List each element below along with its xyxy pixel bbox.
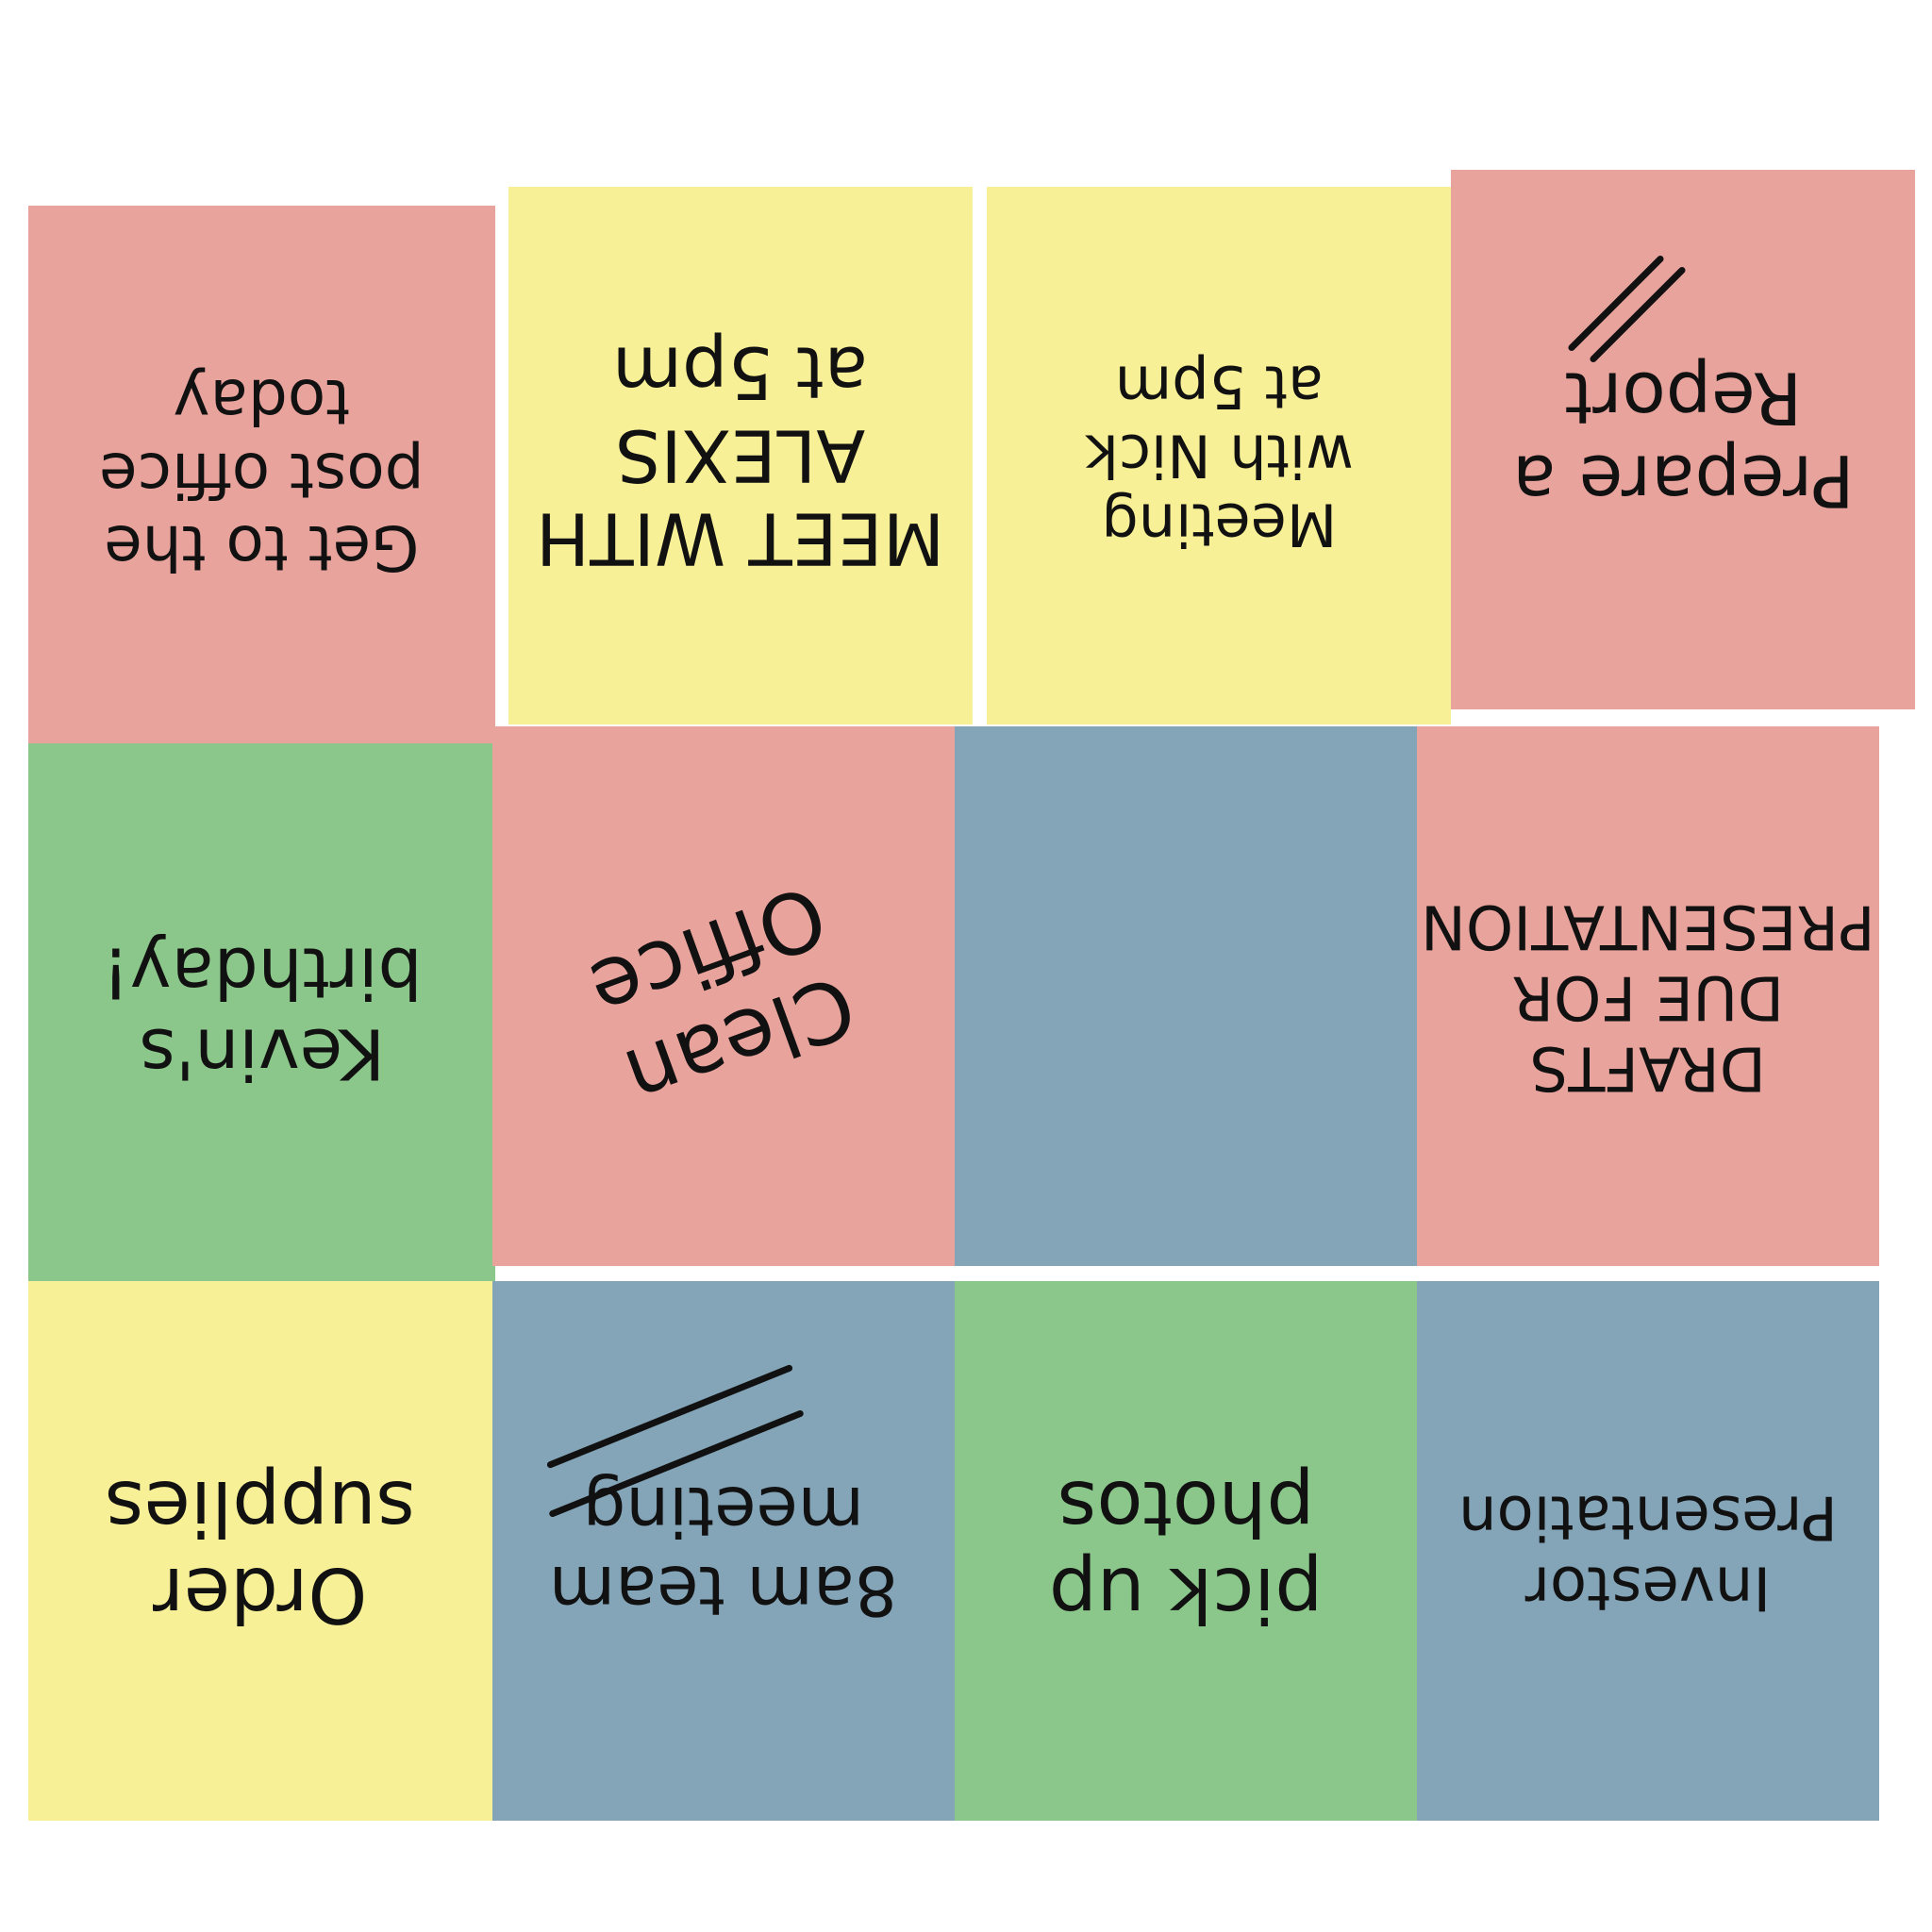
- sticky-note-photos[interactable]: pick up photos: [955, 1281, 1417, 1821]
- note-line: PRESENTATION: [1421, 891, 1875, 961]
- note-line: supplies: [105, 1464, 416, 1552]
- sticky-note-investor[interactable]: Investor Presentation: [1417, 1281, 1879, 1821]
- sticky-note-clean-office[interactable]: Clean Office: [492, 726, 955, 1266]
- note-line: Order: [153, 1551, 368, 1639]
- note-line: Get to the: [104, 510, 420, 584]
- note-line: MEET WITH: [536, 496, 945, 581]
- note-line: Presentation: [1458, 1481, 1838, 1551]
- sticky-note-team-meeting[interactable]: 8am team meeting: [492, 1281, 955, 1821]
- note-line: Meeting: [1101, 490, 1337, 559]
- sticky-note-alexis[interactable]: MEET WITH ALEXIS at 5pm: [508, 187, 973, 724]
- note-line: Report: [1564, 357, 1802, 441]
- strike-mark-icon: [545, 1363, 794, 1470]
- sticky-note-blank[interactable]: [955, 726, 1417, 1266]
- note-line: pick up: [1048, 1551, 1324, 1639]
- sticky-note-report[interactable]: Prepare a Report: [1451, 170, 1915, 709]
- note-line: Kevin's: [139, 1012, 385, 1094]
- sticky-note-post-office[interactable]: Get to the post office today: [28, 206, 495, 743]
- sticky-note-kevin[interactable]: Kevin's birthday!: [28, 743, 495, 1281]
- sticky-note-board: Get to the post office today MEET WITH A…: [0, 0, 1932, 1932]
- note-line: Investor: [1524, 1552, 1772, 1623]
- note-line: at 5pm: [1114, 352, 1324, 422]
- note-line: birthday!: [101, 932, 423, 1013]
- note-line: at 5pm: [612, 331, 869, 416]
- note-line: 8am team: [549, 1551, 898, 1631]
- note-line: ALEXIS: [615, 413, 866, 498]
- sticky-note-nick[interactable]: Meeting with Nick at 5pm: [987, 187, 1451, 724]
- note-line: DUE FOR: [1511, 961, 1785, 1032]
- sticky-note-drafts[interactable]: DRAFTS DUE FOR PRESENTATION: [1417, 726, 1879, 1266]
- note-line: post office: [99, 438, 425, 511]
- note-line: DRAFTS: [1529, 1032, 1767, 1103]
- sticky-note-supplies[interactable]: Order supplies: [28, 1281, 492, 1821]
- note-line: with Nick: [1084, 421, 1354, 491]
- note-line: today: [173, 365, 351, 439]
- note-line: photos: [1057, 1464, 1315, 1552]
- note-line: Prepare a: [1511, 439, 1855, 524]
